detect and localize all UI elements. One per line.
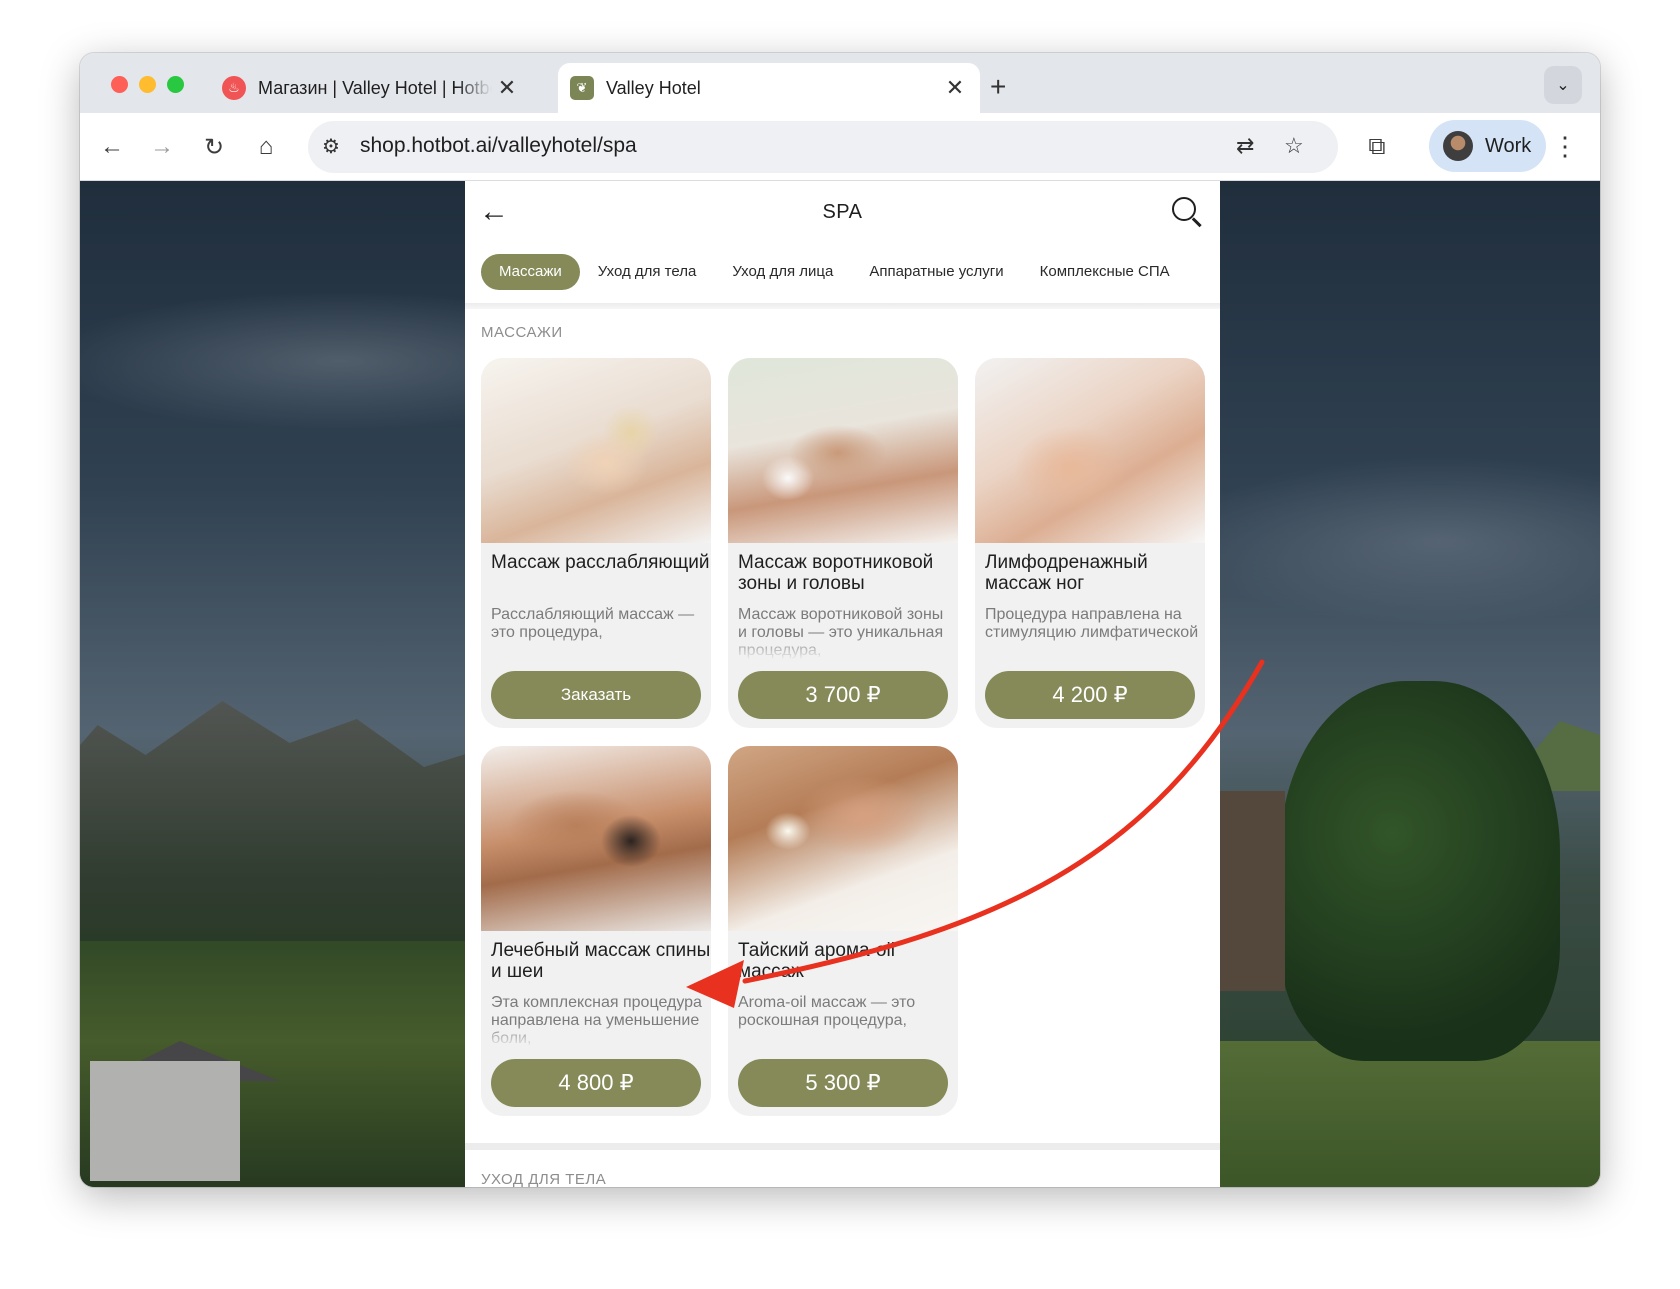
product-image[interactable] xyxy=(481,358,711,543)
section-title: УХОД ДЛЯ ТЕЛА xyxy=(481,1171,607,1187)
product-name: Массаж воротниковой зоны и головы xyxy=(738,552,934,594)
price-button[interactable]: 4 800 ₽ xyxy=(491,1059,701,1107)
divider xyxy=(465,303,1220,309)
divider xyxy=(465,1143,1220,1150)
valley-hotel-favicon-icon: ❦ xyxy=(570,76,594,100)
price-button[interactable]: 3 700 ₽ xyxy=(738,671,948,719)
address-bar[interactable]: ⚙ shop.hotbot.ai/valleyhotel/spa ⇄ ☆ xyxy=(308,121,1338,173)
tab-complex-spa[interactable]: Комплексные СПА xyxy=(1022,254,1188,290)
home-icon[interactable]: ⌂ xyxy=(250,131,282,163)
background-landscape-left xyxy=(80,181,465,1187)
product-image[interactable] xyxy=(728,746,958,931)
extensions-puzzle-icon[interactable]: ⧉ xyxy=(1361,131,1393,163)
tab-massages[interactable]: Массажи xyxy=(481,254,580,290)
product-card[interactable]: Тайский арома-oil массаж Aroma-oil масса… xyxy=(728,746,958,1116)
browser-window: ♨ Магазин | Valley Hotel | Hotbot ✕ ❦ Va… xyxy=(80,53,1600,1187)
tab-search-chevron-icon[interactable]: ⌄ xyxy=(1544,66,1582,104)
reload-icon[interactable]: ↻ xyxy=(198,131,230,163)
avatar xyxy=(1443,131,1473,161)
product-description: Эта комплексная процедура направлена на … xyxy=(491,994,702,1047)
product-description: Расслабляющий массаж — это процедура, xyxy=(491,606,695,641)
product-description: Массаж воротниковой зоны и головы — это … xyxy=(738,606,944,659)
order-button[interactable]: Заказать xyxy=(491,671,701,719)
product-name: Тайский арома-oil массаж xyxy=(738,940,895,982)
toolbar: ← → ↻ ⌂ ⚙ shop.hotbot.ai/valleyhotel/spa… xyxy=(80,113,1600,181)
product-image[interactable] xyxy=(481,746,711,931)
close-tab-icon[interactable]: ✕ xyxy=(492,75,522,101)
product-description: Процедура направлена на стимуляцию лимфа… xyxy=(985,606,1199,641)
close-window-button[interactable] xyxy=(111,76,128,93)
tab-title: Valley Hotel xyxy=(606,77,701,98)
translate-icon[interactable]: ⇄ xyxy=(1236,133,1254,159)
price-button[interactable]: 4 200 ₽ xyxy=(985,671,1195,719)
maximize-window-button[interactable] xyxy=(167,76,184,93)
browser-menu-icon[interactable]: ⋮ xyxy=(1552,131,1578,162)
section-title: МАССАЖИ xyxy=(481,324,563,341)
bookmark-star-icon[interactable]: ☆ xyxy=(1284,133,1304,159)
product-name: Лимфодренажный массаж ног xyxy=(985,552,1148,594)
background-landscape-right xyxy=(1215,181,1600,1187)
forward-arrow-icon[interactable]: → xyxy=(146,131,178,163)
tab-hardware-services[interactable]: Аппаратные услуги xyxy=(851,254,1021,290)
product-name: Массаж расслабляющий xyxy=(491,552,710,573)
product-card[interactable]: Массаж расслабляющий Расслабляющий масса… xyxy=(481,358,711,728)
profile-name: Work xyxy=(1485,134,1532,157)
minimize-window-button[interactable] xyxy=(139,76,156,93)
product-card[interactable]: Лечебный массаж спины и шеи Эта комплекс… xyxy=(481,746,711,1116)
product-description: Aroma-oil массаж — это роскошная процеду… xyxy=(738,994,916,1029)
back-arrow-icon[interactable]: ← xyxy=(96,131,128,163)
site-info-icon[interactable]: ⚙ xyxy=(322,134,340,159)
product-image[interactable] xyxy=(975,358,1205,543)
close-tab-icon[interactable]: ✕ xyxy=(940,75,970,101)
tab-strip: ♨ Магазин | Valley Hotel | Hotbot ✕ ❦ Va… xyxy=(80,53,1600,113)
category-tabs: Массажи Уход для тела Уход для лица Аппа… xyxy=(481,254,1188,290)
tab-shop[interactable]: ♨ Магазин | Valley Hotel | Hotbot ✕ xyxy=(210,63,532,113)
product-image[interactable] xyxy=(728,358,958,543)
app-header: ← SPA xyxy=(465,181,1220,241)
search-icon[interactable] xyxy=(1170,195,1204,229)
tab-body-care[interactable]: Уход для тела xyxy=(580,254,715,290)
tab-title: Магазин | Valley Hotel | Hotbot xyxy=(258,77,492,98)
profile-button[interactable]: Work xyxy=(1429,120,1546,172)
product-card[interactable]: Массаж воротниковой зоны и головы Массаж… xyxy=(728,358,958,728)
url-text[interactable]: shop.hotbot.ai/valleyhotel/spa xyxy=(360,134,637,158)
spa-shop-panel: ← SPA Массажи Уход для тела Уход для лиц… xyxy=(465,181,1220,1187)
price-button[interactable]: 5 300 ₽ xyxy=(738,1059,948,1107)
tab-valley-hotel[interactable]: ❦ Valley Hotel ✕ xyxy=(558,63,980,113)
page-title: SPA xyxy=(822,201,863,223)
tab-face-care[interactable]: Уход для лица xyxy=(714,254,851,290)
new-tab-button[interactable]: + xyxy=(990,71,1006,103)
product-name: Лечебный массаж спины и шеи xyxy=(491,940,711,982)
product-card[interactable]: Лимфодренажный массаж ног Процедура напр… xyxy=(975,358,1205,728)
hotbot-favicon-icon: ♨ xyxy=(222,76,246,100)
page-content: ← SPA Массажи Уход для тела Уход для лиц… xyxy=(80,181,1600,1187)
